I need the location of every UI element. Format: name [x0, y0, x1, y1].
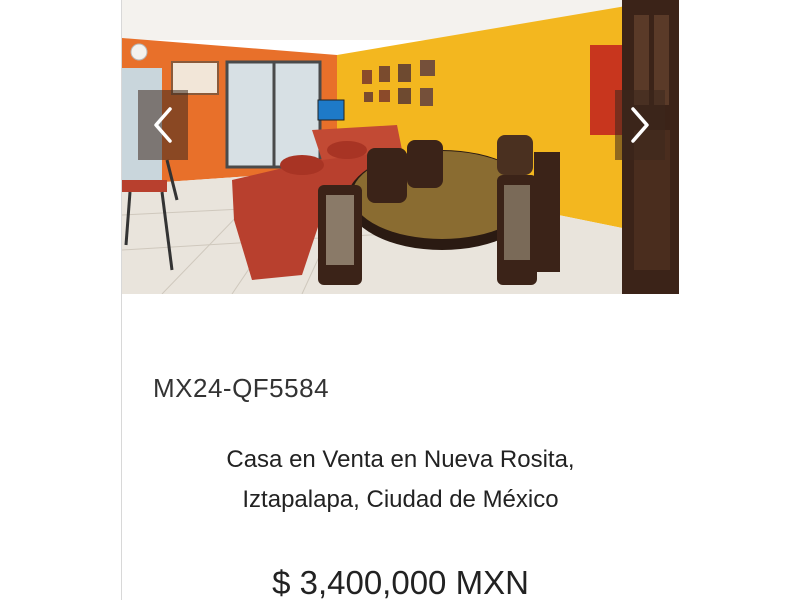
listing-title-line-1: Casa en Venta en Nueva Rosita, — [226, 446, 575, 473]
chevron-left-icon — [154, 107, 172, 143]
carousel-prev-button[interactable] — [138, 90, 188, 160]
chevron-right-icon — [631, 107, 649, 143]
photo-carousel[interactable] — [122, 0, 679, 294]
listing-title-line-2: Iztapalapa, Ciudad de México — [242, 486, 559, 513]
listing-page: MX24-QF5584 Casa en Venta en Nueva Rosit… — [0, 0, 800, 600]
listing-code: MX24-QF5584 — [153, 373, 330, 403]
listing-price: $ 3,400,000 MXN — [272, 564, 529, 600]
property-photo — [122, 0, 679, 294]
listing-title[interactable]: Casa en Venta en Nueva Rosita, Iztapalap… — [122, 440, 679, 520]
carousel-next-button[interactable] — [615, 90, 665, 160]
